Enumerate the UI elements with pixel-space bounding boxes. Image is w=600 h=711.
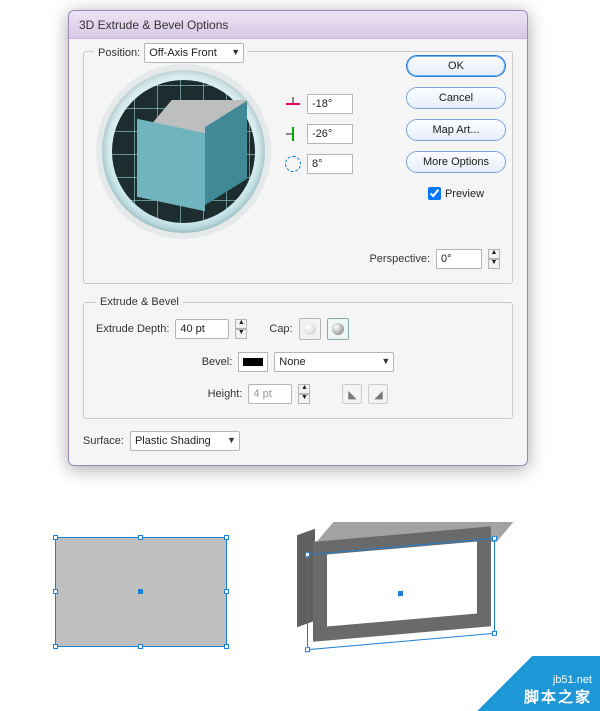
extrude-bevel-legend: Extrude & Bevel xyxy=(96,296,183,308)
x-angle-input[interactable]: -18° xyxy=(307,94,353,114)
flat-rectangle-selection xyxy=(55,537,227,647)
z-angle-value: 8° xyxy=(312,158,323,170)
bevel-label: Bevel: xyxy=(202,356,233,368)
handle-icon xyxy=(224,644,229,649)
preview-checkbox[interactable] xyxy=(428,187,441,200)
handle-icon xyxy=(224,589,229,594)
handle-icon xyxy=(53,535,58,540)
position-dropdown[interactable]: Off-Axis Front ▼ xyxy=(144,43,244,63)
center-handle-icon xyxy=(138,589,143,594)
handle-icon xyxy=(492,536,497,541)
height-input xyxy=(248,384,292,404)
surface-select[interactable]: Plastic Shading xyxy=(130,431,240,451)
angle-inputs: -18° -26° 8° xyxy=(285,64,353,174)
x-angle-value: -18° xyxy=(312,98,332,110)
handle-icon xyxy=(138,535,143,540)
handle-icon xyxy=(305,647,310,652)
height-stepper: ▲ ▼ xyxy=(298,384,310,404)
depth-stepper[interactable]: ▲ ▼ xyxy=(235,319,247,339)
ok-button[interactable]: OK xyxy=(406,55,506,77)
z-angle-input[interactable]: 8° xyxy=(307,154,353,174)
rotation-preview-sphere[interactable] xyxy=(96,64,271,239)
watermark-cn: 脚本之家 xyxy=(524,686,592,707)
selection-outline xyxy=(307,538,495,650)
handle-icon xyxy=(224,535,229,540)
handle-icon xyxy=(53,589,58,594)
extrude-bevel-group: Extrude & Bevel Extrude Depth: ▲ ▼ Cap: … xyxy=(83,296,513,419)
y-angle-value: -26° xyxy=(312,128,332,140)
bevel-dropdown[interactable]: None ▼ xyxy=(274,352,394,372)
cap-label: Cap: xyxy=(269,323,292,335)
cap-off-button[interactable] xyxy=(327,318,349,340)
bevel-extent-out-button[interactable]: ◢ xyxy=(368,384,388,404)
dialog-title: 3D Extrude & Bevel Options xyxy=(69,11,527,39)
y-axis-icon xyxy=(285,126,301,142)
z-axis-icon xyxy=(285,156,301,172)
perspective-stepper[interactable]: ▲ ▼ xyxy=(488,249,500,269)
stepper-down-icon[interactable]: ▼ xyxy=(235,329,247,339)
x-axis-icon xyxy=(285,96,301,112)
stepper-up-icon[interactable]: ▲ xyxy=(235,319,247,329)
position-label: Position: xyxy=(98,47,140,59)
extruded-box-result xyxy=(297,522,517,662)
more-options-button[interactable]: More Options xyxy=(406,151,506,173)
extrude-depth-input[interactable] xyxy=(175,319,229,339)
watermark-url: jb51.net xyxy=(553,674,592,686)
center-handle-icon xyxy=(398,591,403,596)
watermark: jb51.net 脚本之家 xyxy=(450,656,600,711)
extrude-depth-label: Extrude Depth: xyxy=(96,323,169,335)
cancel-button[interactable]: Cancel xyxy=(406,87,506,109)
handle-icon xyxy=(53,644,58,649)
dialog-3d-extrude-bevel: 3D Extrude & Bevel Options Position: Off… xyxy=(68,10,528,466)
position-select[interactable]: Off-Axis Front xyxy=(144,43,244,63)
illustration-row xyxy=(55,522,517,662)
y-angle-input[interactable]: -26° xyxy=(307,124,353,144)
preview-label: Preview xyxy=(445,188,484,200)
cap-solid-icon xyxy=(304,323,316,335)
bevel-select[interactable]: None xyxy=(274,352,394,372)
dialog-side-buttons: OK Cancel Map Art... More Options Previe… xyxy=(401,55,511,200)
stepper-down-icon[interactable]: ▼ xyxy=(488,259,500,269)
height-label: Height: xyxy=(208,388,243,400)
perspective-input[interactable]: 0° xyxy=(436,249,482,269)
surface-dropdown[interactable]: Plastic Shading ▼ xyxy=(130,431,240,451)
perspective-label: Perspective: xyxy=(369,253,430,265)
stepper-down-icon: ▼ xyxy=(298,394,310,404)
cap-hollow-icon xyxy=(332,323,344,335)
handle-icon xyxy=(492,631,497,636)
stepper-up-icon[interactable]: ▲ xyxy=(488,249,500,259)
map-art-button[interactable]: Map Art... xyxy=(406,119,506,141)
stepper-up-icon: ▲ xyxy=(298,384,310,394)
perspective-value: 0° xyxy=(441,253,452,265)
cap-on-button[interactable] xyxy=(299,318,321,340)
bevel-extent-in-button[interactable]: ◣ xyxy=(342,384,362,404)
surface-label: Surface: xyxy=(83,435,124,447)
handle-icon xyxy=(305,552,310,557)
handle-icon xyxy=(138,644,143,649)
cube-front-face xyxy=(137,119,205,211)
preview-checkbox-row[interactable]: Preview xyxy=(428,187,484,200)
bevel-swatch xyxy=(238,352,268,372)
